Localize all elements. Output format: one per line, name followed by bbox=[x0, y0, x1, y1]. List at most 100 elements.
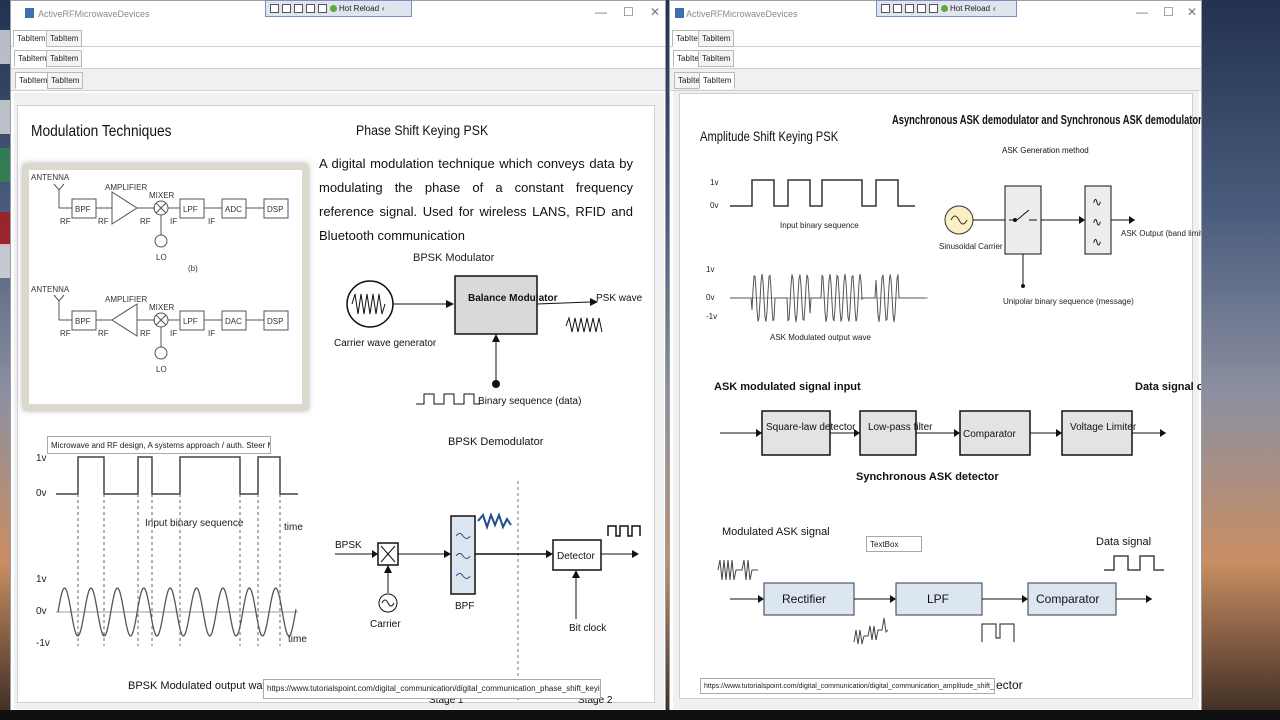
psk-title: Phase Shift Keying PSK bbox=[356, 122, 489, 138]
balance-modulator-label: Balance Modulator bbox=[468, 293, 558, 304]
y-label-neg1v: -1v bbox=[36, 638, 50, 649]
sync-ask-title: Synchronous ASK detector bbox=[856, 471, 999, 483]
page-title: Modulation Techniques bbox=[31, 123, 172, 140]
adorner-icon[interactable] bbox=[318, 4, 327, 13]
bpsk-input-label: BPSK bbox=[335, 540, 362, 551]
url-textbox[interactable]: https://www.tutorialspoint.com/digital_c… bbox=[700, 678, 995, 694]
if-label: IF bbox=[208, 329, 215, 338]
hot-reload-button[interactable]: Hot Reload bbox=[941, 4, 990, 13]
rf-chain-diagram: ANTENNA AMPLIFIER MIXER RF RF RF IF IF L… bbox=[23, 164, 308, 410]
svg-text:∿: ∿ bbox=[1092, 235, 1102, 249]
tab-row-1: TabItem TabItem bbox=[670, 27, 1201, 47]
tab-item[interactable]: TabItem bbox=[46, 30, 83, 47]
maximize-icon[interactable]: ☐ bbox=[1163, 5, 1174, 19]
taskbar bbox=[0, 710, 1280, 720]
display-layout-icon[interactable] bbox=[294, 4, 303, 13]
mixer-label: MIXER bbox=[149, 303, 175, 312]
slide-canvas: Amplitude Shift Keying PSK Asynchronous … bbox=[679, 93, 1201, 699]
minimize-icon[interactable]: — bbox=[595, 5, 607, 19]
tab-row-3: TabItem TabItem bbox=[670, 69, 1201, 91]
y-label-1v: 1v bbox=[36, 574, 47, 585]
tab-item[interactable]: TabItem bbox=[46, 50, 83, 67]
chevron-left-icon[interactable]: ‹ bbox=[993, 4, 996, 13]
balance-modulator-text: Balance Modulator bbox=[468, 293, 558, 304]
rf-label: RF bbox=[140, 329, 151, 338]
unipolar-label: Unipolar binary sequence (message) bbox=[1003, 297, 1134, 306]
lo-label: LO bbox=[156, 253, 167, 262]
rf-label: RF bbox=[98, 217, 109, 226]
tab-item[interactable]: TabItem bbox=[47, 72, 84, 89]
textbox-input[interactable]: TextBox bbox=[866, 536, 922, 552]
tab-item[interactable]: TabItem bbox=[14, 50, 51, 67]
tab-item[interactable]: TabItem bbox=[698, 30, 735, 47]
track-focus-icon[interactable] bbox=[306, 4, 315, 13]
block-label: BPF bbox=[75, 317, 91, 326]
input-binary-label: Input binary sequence bbox=[780, 221, 859, 230]
ask-output-label: ASK Modulated output wave bbox=[770, 333, 872, 342]
psk-description: A digital modulation technique which con… bbox=[319, 156, 633, 243]
ask-modulated-input-label: ASK modulated signal input bbox=[714, 381, 861, 393]
binary-sequence-label: Binary sequence (data) bbox=[478, 396, 581, 407]
tab-item[interactable]: TabItem bbox=[699, 72, 736, 89]
tab-item[interactable]: TabItem bbox=[15, 72, 52, 89]
display-layout-icon[interactable] bbox=[905, 4, 914, 13]
dev-toolbar: Hot Reload ‹ bbox=[876, 0, 1017, 17]
ask-title: Amplitude Shift Keying PSK bbox=[700, 128, 839, 144]
y-label-0v: 0v bbox=[710, 201, 718, 210]
rf-label: RF bbox=[98, 329, 109, 338]
track-focus-icon[interactable] bbox=[917, 4, 926, 13]
block-label: DSP bbox=[267, 205, 283, 214]
block-label: DSP bbox=[267, 317, 283, 326]
sync-ask-detector: Modulated ASK signal Data signal Rectifi… bbox=[717, 526, 1164, 645]
pointer-icon[interactable] bbox=[893, 4, 902, 13]
hot-reload-label: Hot Reload bbox=[339, 4, 380, 13]
block-label: DAC bbox=[225, 317, 242, 326]
square-law-block: Square-law detector bbox=[766, 422, 856, 433]
chevron-left-icon[interactable]: ‹ bbox=[382, 4, 385, 13]
bpf-label: BPF bbox=[455, 601, 474, 612]
amplifier-label: AMPLIFIER bbox=[105, 295, 147, 304]
bpsk-demodulator-title: BPSK Demodulator bbox=[448, 436, 544, 448]
bpsk-modulator-diagram: BPSK Modulator Balance Modulator PSK wav… bbox=[334, 252, 643, 407]
mixer-label: MIXER bbox=[149, 191, 175, 200]
antenna-label: ANTENNA bbox=[31, 285, 70, 294]
maximize-icon[interactable]: ☐ bbox=[623, 5, 634, 19]
y-label-neg1v: -1v bbox=[706, 312, 717, 321]
rf-label: RF bbox=[140, 217, 151, 226]
detector-label: Detector bbox=[557, 551, 595, 562]
close-icon[interactable]: ✕ bbox=[650, 5, 660, 19]
svg-text:∿: ∿ bbox=[1092, 215, 1102, 229]
ask-demod-heading: Asynchronous ASK demodulator and Synchro… bbox=[892, 112, 1202, 127]
tab-item[interactable]: TabItem bbox=[13, 30, 50, 47]
pointer-icon[interactable] bbox=[282, 4, 291, 13]
antenna-label: ANTENNA bbox=[31, 173, 70, 182]
y-label-0v: 0v bbox=[706, 293, 714, 302]
if-label: IF bbox=[170, 329, 177, 338]
tab-item[interactable]: TabItem bbox=[698, 50, 735, 67]
modulated-ask-label: Modulated ASK signal bbox=[722, 526, 830, 538]
hot-reload-icon bbox=[941, 5, 948, 12]
adorner-icon[interactable] bbox=[929, 4, 938, 13]
time-label: time bbox=[288, 634, 307, 645]
select-element-icon[interactable] bbox=[881, 4, 890, 13]
hot-reload-icon bbox=[330, 5, 337, 12]
ask-generation-title: ASK Generation method bbox=[1002, 146, 1089, 155]
data-signal-output-label: Data signal output bbox=[1135, 381, 1202, 393]
hot-reload-label: Hot Reload bbox=[950, 4, 991, 13]
url-textbox[interactable]: https://www.tutorialspoint.com/digital_c… bbox=[263, 679, 601, 699]
window-title: ActiveRFMicrowaveDevices bbox=[38, 9, 150, 19]
hot-reload-button[interactable]: Hot Reload bbox=[330, 4, 379, 13]
tab-row-2: TabItem TabItem bbox=[11, 47, 665, 69]
rf-chain-svg: ANTENNA AMPLIFIER MIXER RF RF RF IF IF L… bbox=[31, 173, 289, 374]
select-element-icon[interactable] bbox=[270, 4, 279, 13]
app-icon bbox=[675, 8, 684, 18]
block-label: BPF bbox=[75, 205, 91, 214]
dev-toolbar: Hot Reload ‹ bbox=[265, 0, 412, 17]
bpsk-waveform: 1v 0v Input binary sequence time 1v 0v -… bbox=[36, 453, 307, 649]
right-window: ActiveRFMicrowaveDevices — ☐ ✕ TabItem T… bbox=[669, 0, 1202, 712]
voltage-limiter-block: Voltage Limiter bbox=[1070, 422, 1137, 433]
if-label: IF bbox=[170, 217, 177, 226]
minimize-icon[interactable]: — bbox=[1136, 5, 1148, 19]
input-binary-label: Input binary sequence bbox=[145, 518, 244, 529]
close-icon[interactable]: ✕ bbox=[1187, 5, 1197, 19]
